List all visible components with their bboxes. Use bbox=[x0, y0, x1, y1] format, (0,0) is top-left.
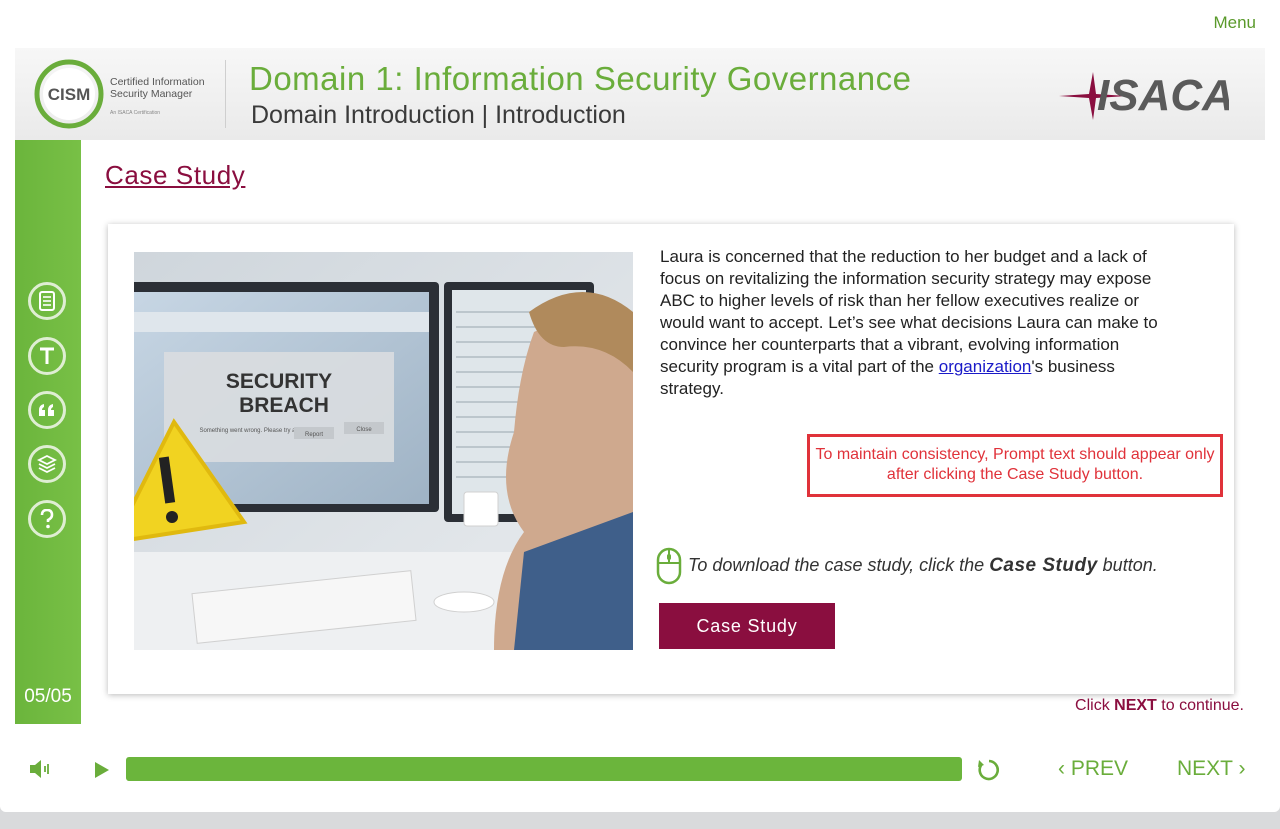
playback-controls: ‹ PREV NEXT › bbox=[0, 745, 1280, 795]
instruction-text: To download the case study, click the Ca… bbox=[688, 555, 1158, 577]
page-title: Case Study bbox=[105, 160, 246, 190]
cism-logo: CISM bbox=[33, 58, 105, 130]
security-breach-image: SECURITY BREACH Something went wrong. Pl… bbox=[134, 252, 633, 650]
prompt-note: To maintain consistency, Prompt text sho… bbox=[807, 434, 1223, 497]
download-instruction: To download the case study, click the Ca… bbox=[656, 547, 1158, 585]
domain-subtitle: Domain Introduction | Introduction bbox=[251, 101, 626, 129]
image-breach-text: BREACH bbox=[239, 394, 329, 417]
instruction-suffix: button. bbox=[1097, 555, 1158, 575]
continue-prefix: Click bbox=[1075, 697, 1115, 714]
course-window: Menu CISM Certified Information Security… bbox=[0, 0, 1280, 812]
cism-tagline-line1: Certified Information bbox=[110, 76, 205, 88]
instruction-bold: Case Study bbox=[989, 555, 1098, 576]
progress-bar[interactable] bbox=[126, 757, 962, 781]
image-close-button-text: Close bbox=[356, 427, 372, 433]
volume-icon[interactable] bbox=[28, 757, 54, 781]
next-button[interactable]: NEXT › bbox=[1177, 757, 1245, 781]
case-body-text: Laura is concerned that the reduction to… bbox=[660, 246, 1180, 400]
prev-button[interactable]: ‹ PREV bbox=[1058, 757, 1128, 781]
continue-message: Click NEXT to continue. bbox=[1075, 697, 1244, 715]
case-study-button[interactable]: Case Study bbox=[659, 603, 835, 649]
content-card: SECURITY BREACH Something went wrong. Pl… bbox=[108, 224, 1234, 694]
continue-bold: NEXT bbox=[1114, 697, 1157, 714]
prev-label: PREV bbox=[1070, 757, 1129, 780]
instruction-prefix: To download the case study, click the bbox=[688, 555, 990, 575]
isaca-wordmark: ISACA bbox=[1097, 71, 1229, 120]
page-counter: 05/05 bbox=[24, 686, 72, 707]
cism-tagline-sub: An ISACA Certification bbox=[110, 110, 161, 116]
play-icon[interactable] bbox=[93, 760, 111, 780]
chevron-left-icon: ‹ bbox=[1058, 757, 1071, 780]
chevron-right-icon: › bbox=[1232, 757, 1246, 780]
image-error-text: Something went wrong. Please try again. bbox=[199, 428, 308, 434]
help-icon[interactable] bbox=[28, 500, 66, 538]
mouse-icon bbox=[656, 547, 682, 585]
menu-link[interactable]: Menu bbox=[1213, 13, 1256, 33]
notes-icon[interactable] bbox=[28, 282, 66, 320]
quote-icon[interactable] bbox=[28, 391, 66, 429]
cism-tagline: Certified Information Security Manager bbox=[110, 76, 230, 100]
cism-tagline-line2: Security Manager bbox=[110, 88, 193, 100]
image-report-button-text: Report bbox=[305, 432, 323, 438]
course-banner: CISM Certified Information Security Mana… bbox=[15, 48, 1265, 140]
resources-icon[interactable] bbox=[28, 445, 66, 483]
replay-icon[interactable] bbox=[976, 757, 1002, 783]
transcript-icon[interactable] bbox=[28, 337, 66, 375]
banner-divider bbox=[225, 60, 226, 128]
organization-link[interactable]: organization bbox=[939, 357, 1032, 376]
image-security-text: SECURITY bbox=[226, 370, 332, 393]
domain-title: Domain 1: Information Security Governanc… bbox=[249, 60, 912, 97]
cism-abbr: CISM bbox=[48, 85, 91, 104]
continue-suffix: to continue. bbox=[1156, 697, 1244, 714]
sidebar: 05/05 bbox=[15, 140, 81, 724]
isaca-logo: ISACA bbox=[1049, 66, 1234, 122]
next-label: NEXT bbox=[1177, 757, 1233, 780]
